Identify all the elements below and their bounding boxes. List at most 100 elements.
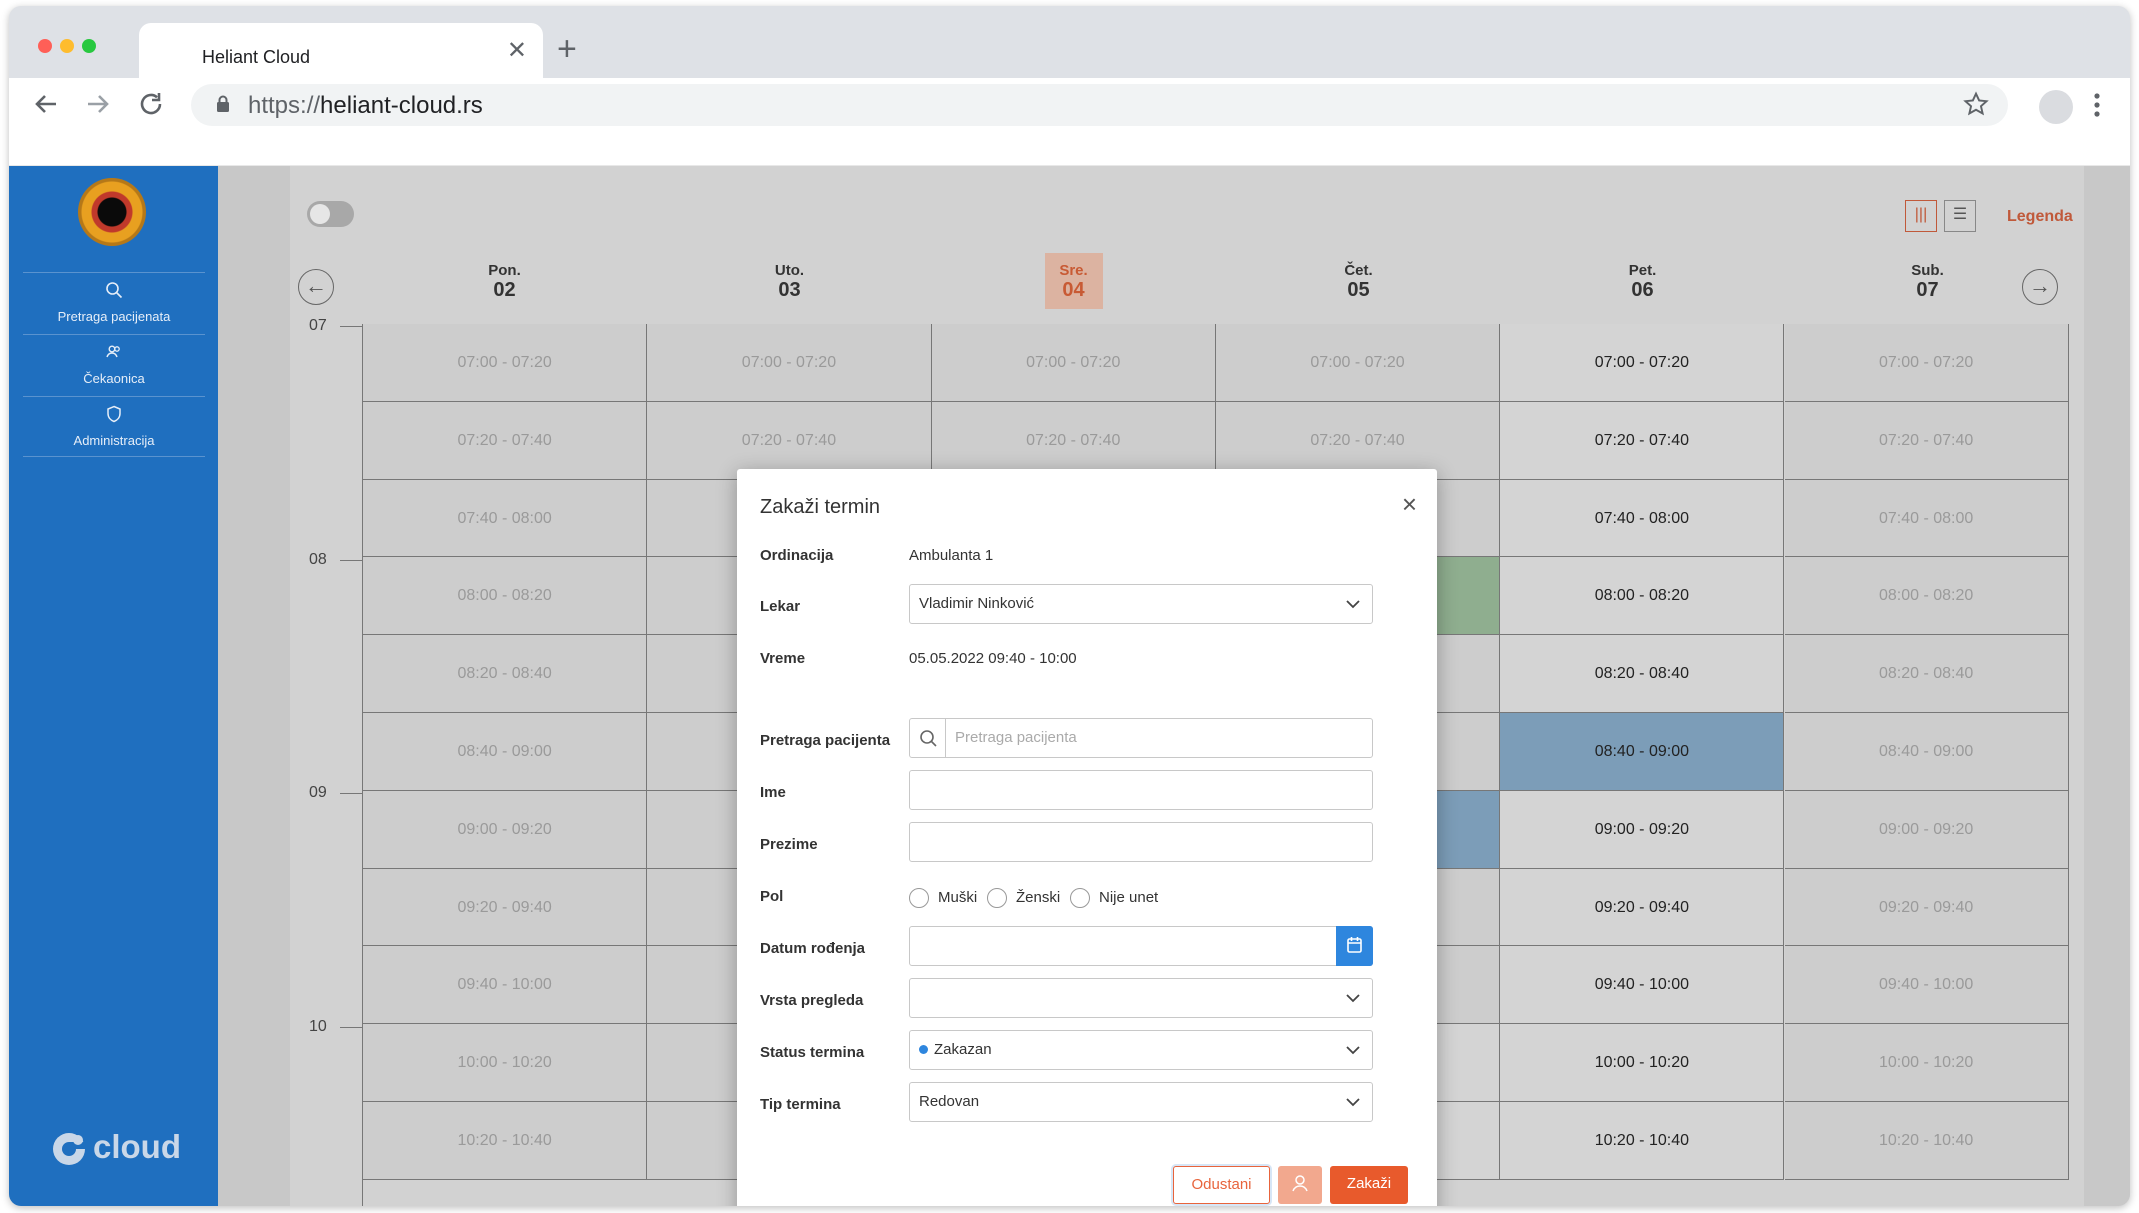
time-slot[interactable]: 09:00 - 09:20 <box>1500 790 1785 869</box>
address-bar[interactable]: https://heliant-cloud.rs <box>191 84 2008 126</box>
time-slot[interactable]: 07:00 - 07:20 <box>1215 324 1501 402</box>
app-area: Pretraga pacijenata Čekaonica Administra… <box>9 166 2130 1206</box>
time-slot[interactable]: 07:20 - 07:40 <box>647 401 932 480</box>
more-menu-icon[interactable] <box>2093 90 2101 120</box>
birth-date-label: Datum rođenja <box>760 940 866 957</box>
time-slot[interactable]: 09:40 - 10:00 <box>1784 946 2069 1025</box>
add-patient-button[interactable] <box>1278 1166 1322 1204</box>
day-date: 02 <box>493 279 516 301</box>
time-slot[interactable]: 09:40 - 10:00 <box>363 946 648 1025</box>
cloud-logo-text: cloud <box>93 1128 181 1165</box>
browser-tab[interactable]: Heliant Cloud ✕ <box>139 23 543 84</box>
radio-not-entered[interactable] <box>1070 888 1090 908</box>
exam-type-select[interactable] <box>909 978 1373 1018</box>
time-slot[interactable]: 07:40 - 08:00 <box>363 479 648 558</box>
time-slot[interactable]: 07:20 - 07:40 <box>931 401 1216 480</box>
app-logo[interactable] <box>78 178 146 246</box>
previous-week-button[interactable]: ← <box>298 269 334 305</box>
time-slot[interactable]: 08:20 - 08:40 <box>1500 635 1785 713</box>
list-view-button[interactable]: ☰ <box>1944 200 1976 232</box>
day-header-fri: Pet. 06 <box>1500 262 1785 302</box>
search-icon <box>106 282 123 299</box>
close-icon[interactable]: × <box>1402 491 1417 517</box>
time-slot[interactable]: 08:00 - 08:20 <box>363 557 648 636</box>
ime-label: Ime <box>760 784 786 801</box>
radio-female[interactable] <box>987 888 1007 908</box>
time-slot[interactable]: 07:00 - 07:20 <box>647 324 932 402</box>
time-slot[interactable]: 07:40 - 08:00 <box>1500 479 1785 558</box>
legend-link[interactable]: Legenda <box>2007 208 2073 226</box>
time-slot[interactable]: 07:00 - 07:20 <box>363 324 648 402</box>
time-slot[interactable]: 07:20 - 07:40 <box>1784 401 2069 480</box>
close-window-dot[interactable] <box>38 39 52 53</box>
sidebar-item-administration[interactable]: Administracija <box>23 396 205 458</box>
forward-icon[interactable] <box>82 88 114 120</box>
maximize-window-dot[interactable] <box>82 39 96 53</box>
time-slot[interactable]: 10:00 - 10:20 <box>363 1024 648 1102</box>
calendar-picker-button[interactable] <box>1336 926 1373 966</box>
ime-input[interactable] <box>909 770 1373 810</box>
time-slot[interactable]: 08:40 - 09:00 <box>1500 713 1785 791</box>
prezime-input[interactable] <box>909 822 1373 862</box>
time-slot[interactable]: 07:20 - 07:40 <box>363 401 648 480</box>
time-slot[interactable]: 08:40 - 09:00 <box>363 713 648 791</box>
time-slot[interactable]: 08:20 - 08:40 <box>363 635 648 713</box>
lock-icon <box>217 95 229 112</box>
time-slot[interactable]: 09:20 - 09:40 <box>1784 868 2069 947</box>
status-select[interactable]: Zakazan <box>909 1030 1373 1070</box>
time-slot[interactable]: 08:20 - 08:40 <box>1784 635 2069 713</box>
time-slot[interactable]: 10:00 - 10:20 <box>1784 1024 2069 1102</box>
time-slot[interactable]: 09:40 - 10:00 <box>1500 946 1785 1025</box>
time-slot[interactable]: 09:00 - 09:20 <box>363 790 648 869</box>
time-slot[interactable]: 07:00 - 07:20 <box>1500 324 1785 402</box>
time-slot[interactable]: 09:00 - 09:20 <box>1784 790 2069 869</box>
time-slot[interactable]: 08:40 - 09:00 <box>1784 713 2069 791</box>
cancel-button[interactable]: Odustani <box>1173 1166 1270 1204</box>
url-protocol: https:// <box>248 92 321 119</box>
reload-icon[interactable] <box>135 88 167 120</box>
time-slot[interactable]: 07:20 - 07:40 <box>1215 401 1501 480</box>
chevron-down-icon <box>1346 600 1360 609</box>
cloud-brand-logo: cloud <box>51 1128 181 1167</box>
new-tab-icon[interactable]: + <box>557 32 577 66</box>
time-slot[interactable]: 07:00 - 07:20 <box>931 324 1216 402</box>
tab-close-icon[interactable]: ✕ <box>507 39 527 63</box>
radio-male-label: Muški <box>938 889 978 906</box>
profile-avatar[interactable] <box>2039 90 2073 124</box>
schedule-button[interactable]: Zakaži <box>1330 1166 1408 1204</box>
day-date: 06 <box>1631 279 1654 301</box>
time-slot[interactable]: 10:20 - 10:40 <box>1500 1102 1785 1180</box>
minimize-window-dot[interactable] <box>60 39 74 53</box>
chevron-down-icon <box>1346 994 1360 1003</box>
time-slot[interactable]: 09:20 - 09:40 <box>363 868 648 947</box>
sidebar-item-waiting-room[interactable]: Čekaonica <box>23 334 205 396</box>
vreme-value: 05.05.2022 09:40 - 10:00 <box>909 650 1077 667</box>
birth-date-input[interactable] <box>909 926 1373 966</box>
hour-tick <box>340 1027 362 1028</box>
lekar-select[interactable]: Vladimir Ninković <box>909 584 1373 624</box>
bookmark-star-icon[interactable] <box>1963 91 1989 117</box>
patient-search-input[interactable]: Pretraga pacijenta <box>909 718 1373 758</box>
appointment-type-select[interactable]: Redovan <box>909 1082 1373 1122</box>
view-toggle-switch[interactable] <box>307 201 354 227</box>
time-slot[interactable]: 09:20 - 09:40 <box>1500 868 1785 947</box>
lekar-selected-value: Vladimir Ninković <box>919 595 1035 612</box>
time-slot[interactable]: 07:40 - 08:00 <box>1784 479 2069 558</box>
day-date: 03 <box>778 279 801 301</box>
time-slot[interactable]: 10:20 - 10:40 <box>363 1102 648 1180</box>
time-slot[interactable]: 08:00 - 08:20 <box>1500 557 1785 636</box>
day-header-thu: Čet. 05 <box>1216 262 1501 302</box>
back-icon[interactable] <box>30 88 62 120</box>
time-slot[interactable]: 10:00 - 10:20 <box>1500 1024 1785 1102</box>
time-slot[interactable]: 07:00 - 07:20 <box>1784 324 2069 402</box>
schedule-appointment-dialog: Zakaži termin × Ordinacija Ambulanta 1 L… <box>737 469 1437 1206</box>
time-slot[interactable]: 07:20 - 07:40 <box>1500 401 1785 480</box>
browser-toolbar: https://heliant-cloud.rs <box>9 78 2130 134</box>
exam-type-label: Vrsta pregleda <box>760 992 864 1009</box>
radio-male[interactable] <box>909 888 929 908</box>
week-view-button[interactable]: ||| <box>1905 200 1937 232</box>
time-slot[interactable]: 10:20 - 10:40 <box>1784 1102 2069 1180</box>
time-slot[interactable]: 08:00 - 08:20 <box>1784 557 2069 636</box>
status-dot <box>919 1044 928 1054</box>
sidebar-item-patient-search[interactable]: Pretraga pacijenata <box>23 272 205 334</box>
